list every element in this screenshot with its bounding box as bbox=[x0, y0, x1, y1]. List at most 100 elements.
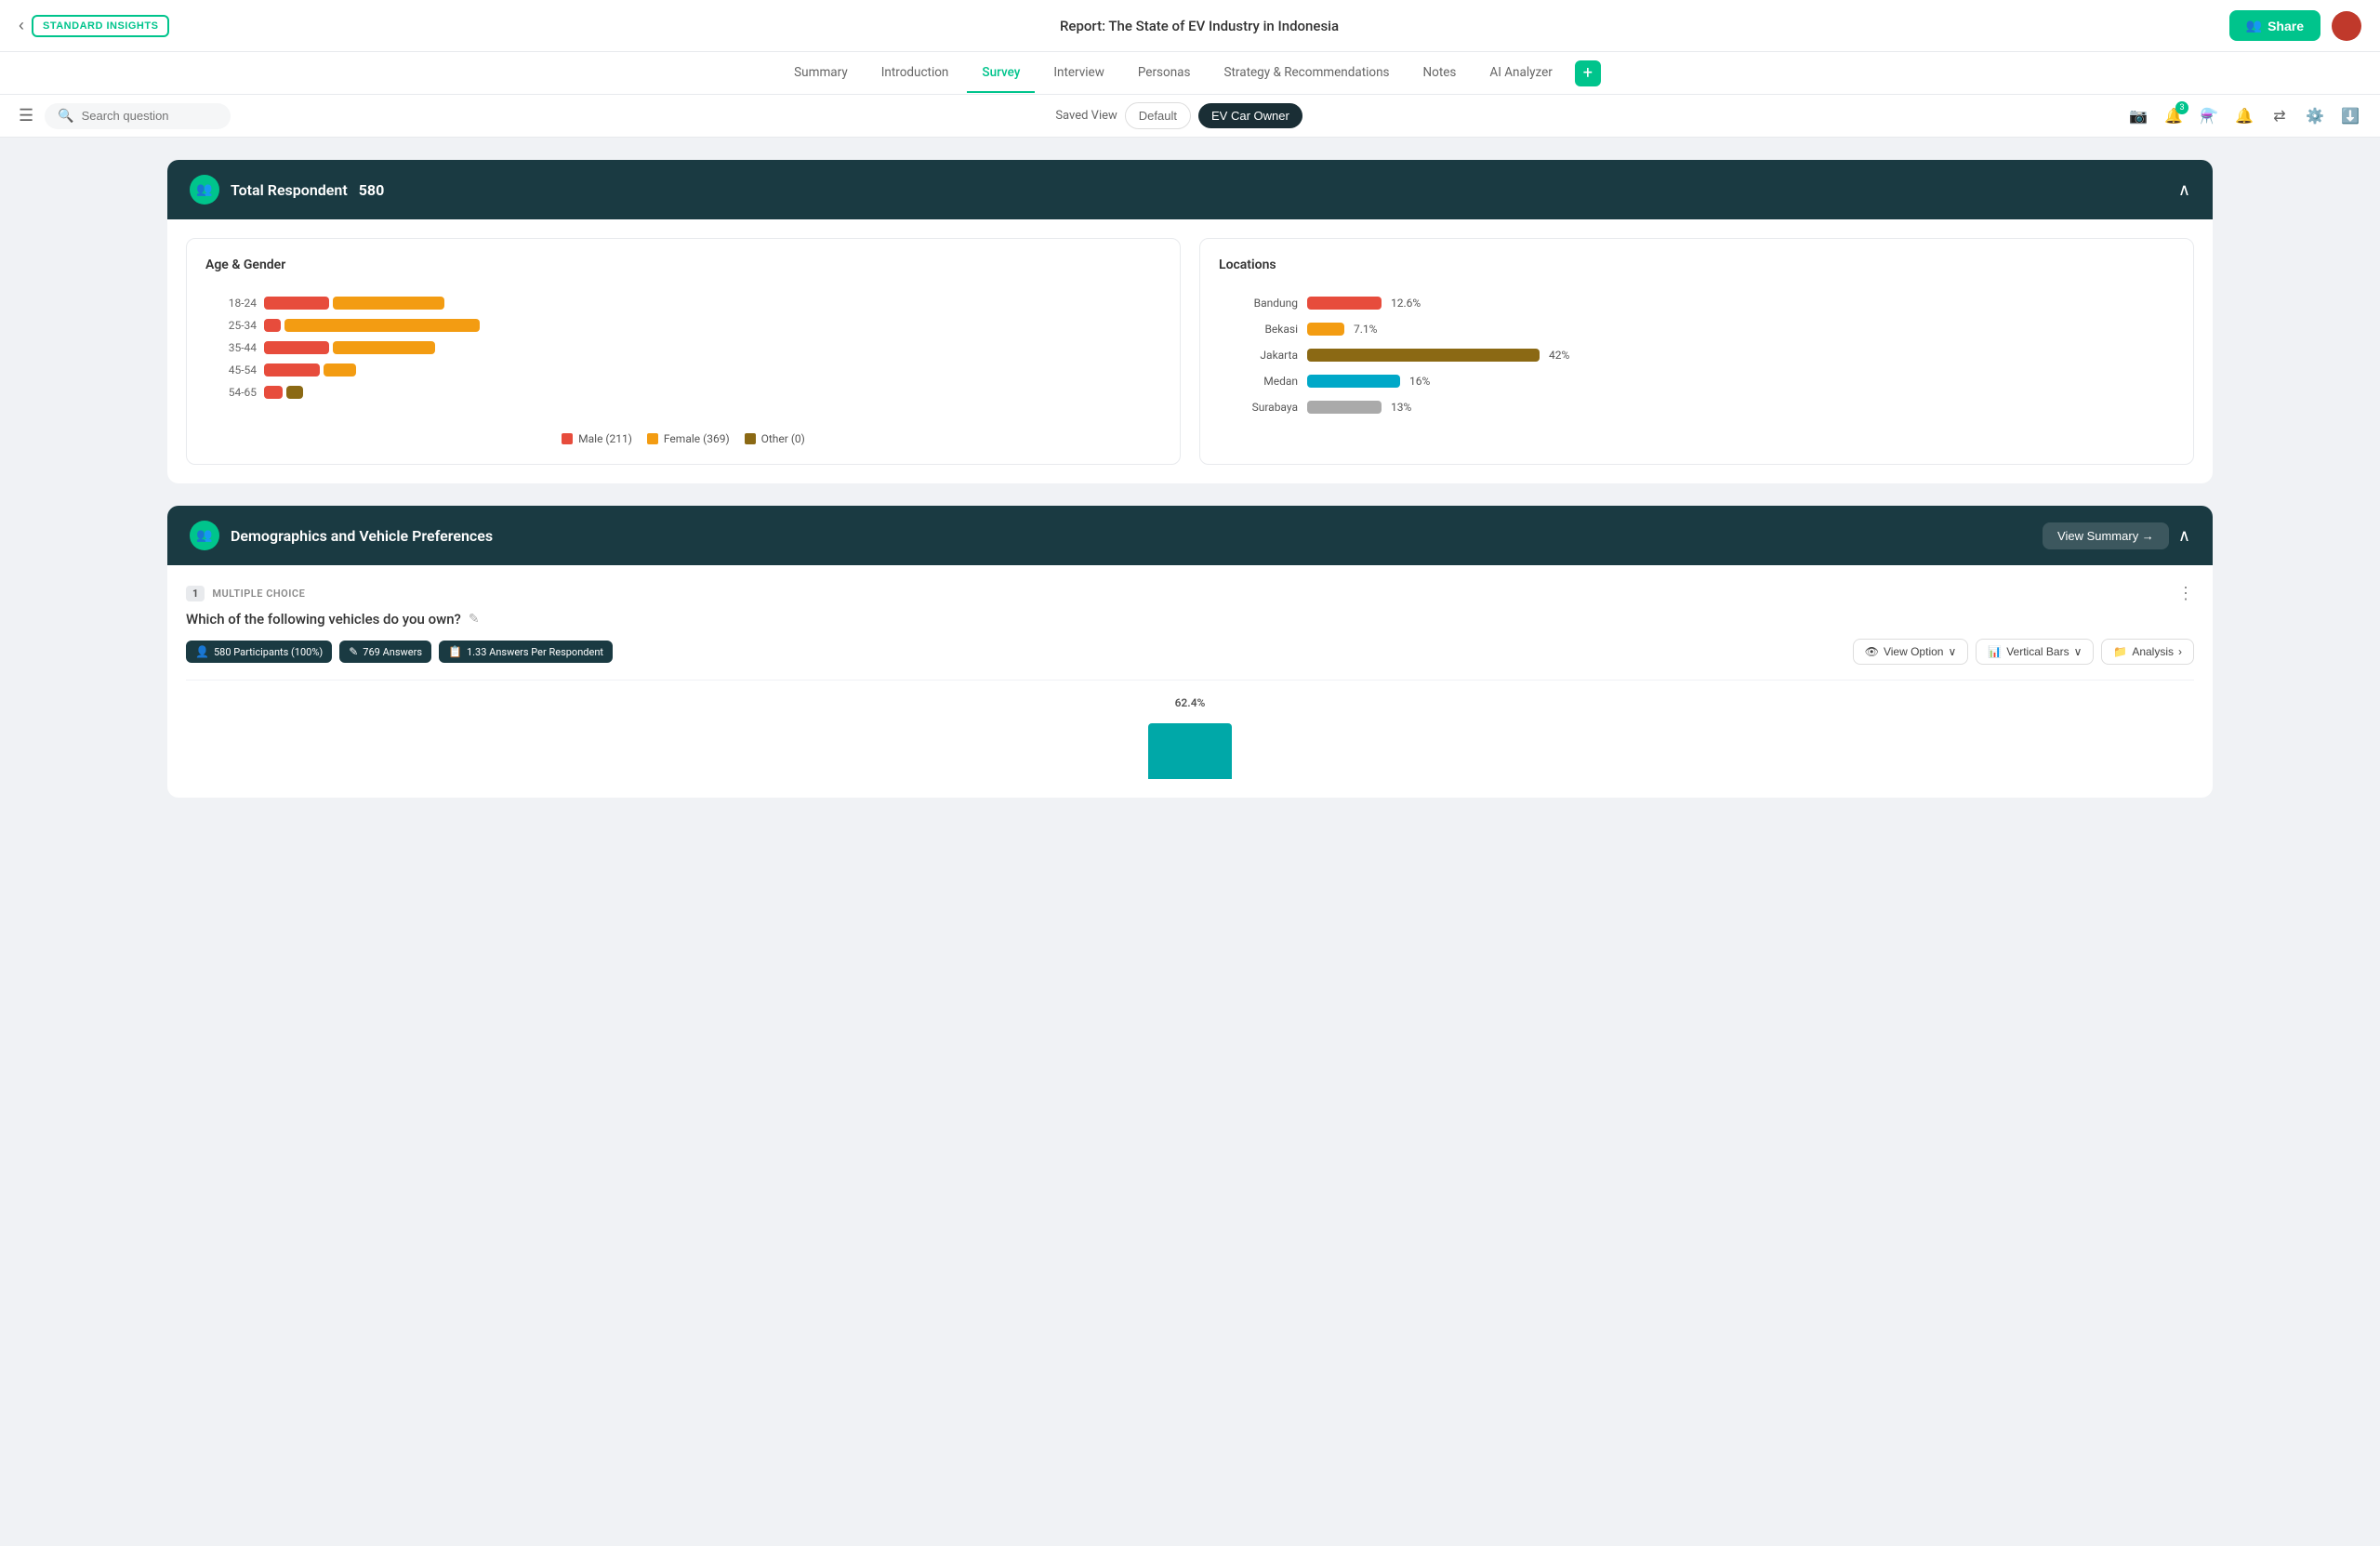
location-label-bekasi: Bekasi bbox=[1237, 323, 1298, 336]
question-number: 1 bbox=[186, 586, 205, 601]
nav-item-interview[interactable]: Interview bbox=[1038, 54, 1119, 93]
ev-car-owner-view-button[interactable]: EV Car Owner bbox=[1198, 103, 1302, 128]
location-label-bandung: Bandung bbox=[1237, 297, 1298, 310]
edit-icon[interactable]: ✎ bbox=[469, 612, 480, 627]
toolbar-center: Saved View Default EV Car Owner bbox=[242, 102, 2116, 129]
legend-other: Other (0) bbox=[745, 432, 805, 445]
analysis-button[interactable]: 📁 Analysis › bbox=[2101, 639, 2194, 665]
demographics-section: 👥 Demographics and Vehicle Preferences V… bbox=[167, 506, 2213, 798]
age-gender-card: Age & Gender 18-24 25-34 bbox=[186, 238, 1181, 465]
header-left: 👥 Total Respondent 580 bbox=[190, 175, 384, 205]
question-stats: 👤 580 Participants (100%) ✎ 769 Answers … bbox=[186, 641, 613, 663]
nav-item-summary[interactable]: Summary bbox=[779, 54, 863, 93]
legend-male: Male (211) bbox=[562, 432, 632, 445]
legend-female: Female (369) bbox=[647, 432, 730, 445]
add-tab-button[interactable]: + bbox=[1575, 60, 1601, 86]
back-button[interactable]: ‹ bbox=[19, 16, 24, 35]
swap-icon[interactable]: ⇄ bbox=[2268, 105, 2291, 127]
charts-container: Age & Gender 18-24 25-34 bbox=[167, 219, 2213, 483]
age-label-25-34: 25-34 bbox=[224, 319, 257, 332]
saved-view-label: Saved View bbox=[1055, 109, 1117, 123]
age-label-45-54: 45-54 bbox=[224, 363, 257, 377]
avatar[interactable] bbox=[2332, 11, 2361, 41]
default-view-button[interactable]: Default bbox=[1125, 102, 1191, 129]
preview-bar bbox=[1148, 723, 1232, 779]
stats-row: 👤 580 Participants (100%) ✎ 769 Answers … bbox=[186, 639, 2194, 665]
demo-collapse-button[interactable]: ∧ bbox=[2178, 526, 2190, 546]
question-type: MULTIPLE CHOICE bbox=[212, 588, 305, 600]
nav-item-survey[interactable]: Survey bbox=[967, 54, 1035, 93]
locations-chart: Bandung 12.6% Bekasi 7.1% Jakarta 42% bbox=[1219, 287, 2175, 436]
demo-header-left: 👥 Demographics and Vehicle Preferences bbox=[190, 521, 493, 550]
nav-item-ai-analyzer[interactable]: AI Analyzer bbox=[1474, 54, 1567, 93]
nav-item-notes[interactable]: Notes bbox=[1408, 54, 1472, 93]
location-row-surabaya: Surabaya 13% bbox=[1237, 401, 2156, 414]
stat-answers: ✎ 769 Answers bbox=[339, 641, 431, 663]
nav-bar: Summary Introduction Survey Interview Pe… bbox=[0, 52, 2380, 95]
age-legend: Male (211) Female (369) Other (0) bbox=[205, 432, 1161, 445]
chart-preview-area: 62.4% bbox=[186, 680, 2194, 779]
per-respondent-icon: 📋 bbox=[448, 645, 462, 658]
question-menu-button[interactable]: ⋮ bbox=[2177, 584, 2194, 603]
search-input[interactable] bbox=[82, 109, 218, 123]
age-label-54-65: 54-65 bbox=[224, 386, 257, 399]
age-row-45-54: 45-54 bbox=[224, 363, 1143, 377]
question-actions: 👁 View Option ∨ 📊 Vertical Bars ∨ 📁 Anal… bbox=[1853, 639, 2194, 665]
top-bar: ‹ STANDARD INSIGHTS Report: The State of… bbox=[0, 0, 2380, 52]
view-option-button[interactable]: 👁 View Option ∨ bbox=[1853, 639, 1969, 665]
locations-title: Locations bbox=[1219, 258, 2175, 272]
collapse-button[interactable]: ∧ bbox=[2178, 180, 2190, 200]
respondent-icon: 👥 bbox=[190, 175, 219, 205]
location-pct-surabaya: 13% bbox=[1391, 401, 1411, 414]
age-label-18-24: 18-24 bbox=[224, 297, 257, 310]
location-pct-bandung: 12.6% bbox=[1391, 297, 1421, 310]
view-summary-button[interactable]: View Summary → bbox=[2043, 522, 2169, 549]
location-pct-bekasi: 7.1% bbox=[1354, 323, 1377, 336]
age-row-54-65: 54-65 bbox=[224, 386, 1143, 399]
search-icon: 🔍 bbox=[58, 109, 73, 124]
funnel-icon[interactable]: ⚗️ bbox=[2198, 105, 2220, 127]
vertical-bars-button[interactable]: 📊 Vertical Bars ∨ bbox=[1976, 639, 2094, 665]
answers-icon: ✎ bbox=[349, 645, 358, 658]
menu-button[interactable]: ☰ bbox=[19, 106, 33, 126]
age-row-25-34: 25-34 bbox=[224, 319, 1143, 332]
chevron-down-icon-2: ∨ bbox=[2074, 645, 2082, 658]
share-icon: 👥 bbox=[2246, 18, 2262, 33]
demo-icon: 👥 bbox=[190, 521, 219, 550]
age-row-35-44: 35-44 bbox=[224, 341, 1143, 354]
bell-icon[interactable]: 🔔 bbox=[2233, 105, 2255, 127]
age-row-18-24: 18-24 bbox=[224, 297, 1143, 310]
demo-header-right: View Summary → ∧ bbox=[2043, 522, 2190, 549]
toolbar-icons: 📷 🔔 3 ⚗️ 🔔 ⇄ ⚙️ ⬇️ bbox=[2127, 105, 2361, 127]
nav-item-personas[interactable]: Personas bbox=[1123, 54, 1206, 93]
stat-per-respondent: 📋 1.33 Answers Per Respondent bbox=[439, 641, 613, 663]
location-label-medan: Medan bbox=[1237, 375, 1298, 388]
settings-icon[interactable]: ⚙️ bbox=[2304, 105, 2326, 127]
bar-chart-icon: 📊 bbox=[1988, 645, 2002, 658]
location-row-bekasi: Bekasi 7.1% bbox=[1237, 323, 2156, 336]
report-title: Report: The State of EV Industry in Indo… bbox=[169, 18, 2228, 34]
download-icon[interactable]: ⬇️ bbox=[2339, 105, 2361, 127]
share-button[interactable]: 👥 Share bbox=[2229, 10, 2320, 41]
location-pct-jakarta: 42% bbox=[1549, 349, 1569, 362]
location-row-bandung: Bandung 12.6% bbox=[1237, 297, 2156, 310]
bar-preview-item bbox=[1148, 723, 1232, 779]
age-label-35-44: 35-44 bbox=[224, 341, 257, 354]
location-row-medan: Medan 16% bbox=[1237, 375, 2156, 388]
age-chart: 18-24 25-34 35-44 bbox=[205, 287, 1161, 417]
question-meta: 1 MULTIPLE CHOICE ⋮ bbox=[186, 584, 2194, 603]
location-label-jakarta: Jakarta bbox=[1237, 349, 1298, 362]
total-respondent-section: 👥 Total Respondent 580 ∧ Age & Gender 18… bbox=[167, 160, 2213, 483]
camera-icon[interactable]: 📷 bbox=[2127, 105, 2149, 127]
logo-button[interactable]: STANDARD INSIGHTS bbox=[32, 15, 169, 37]
total-respondent-count: 580 bbox=[359, 181, 385, 199]
location-row-jakarta: Jakarta 42% bbox=[1237, 349, 2156, 362]
nav-item-introduction[interactable]: Introduction bbox=[866, 54, 964, 93]
filter-icon[interactable]: 🔔 3 bbox=[2162, 105, 2185, 127]
nav-item-strategy[interactable]: Strategy & Recommendations bbox=[1209, 54, 1404, 93]
analysis-icon: 📁 bbox=[2113, 645, 2127, 658]
search-box: 🔍 bbox=[45, 103, 231, 129]
demographics-header: 👥 Demographics and Vehicle Preferences V… bbox=[167, 506, 2213, 565]
total-respondent-title: Total Respondent bbox=[231, 181, 348, 199]
demographics-title: Demographics and Vehicle Preferences bbox=[231, 527, 493, 545]
